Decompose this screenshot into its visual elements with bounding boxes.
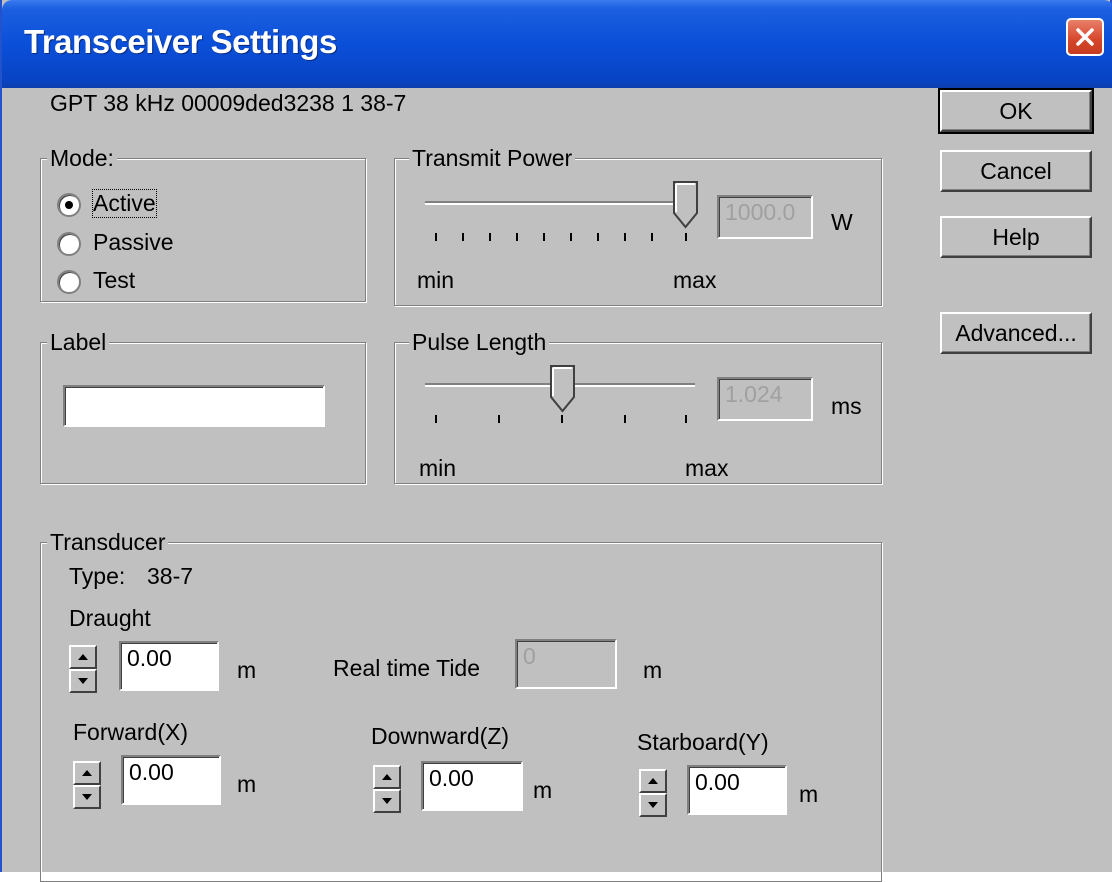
real-time-tide-label: Real time Tide: [333, 655, 481, 681]
transducer-type-label: Type:: [69, 563, 126, 589]
arrow-up-icon: [648, 778, 658, 784]
transmit-power-unit: W: [831, 209, 853, 235]
transmit-power-track: [425, 201, 693, 205]
draught-unit: m: [237, 657, 257, 683]
dialog-client-area: GPT 38 kHz 00009ded3238 1 38-7 OK Cancel…: [4, 88, 1112, 882]
arrow-down-icon: [648, 802, 658, 808]
forward-decrement-button[interactable]: [73, 785, 101, 809]
arrow-down-icon: [78, 678, 88, 684]
arrow-up-icon: [78, 654, 88, 660]
pulse-length-value-field: 1.024: [717, 377, 813, 421]
draught-increment-button[interactable]: [69, 645, 97, 669]
label-input[interactable]: [63, 385, 325, 427]
starboard-stepper[interactable]: [639, 769, 667, 817]
pulse-length-unit: ms: [831, 393, 862, 419]
starboard-increment-button[interactable]: [639, 769, 667, 793]
transmit-power-slider-thumb[interactable]: [673, 181, 699, 229]
radio-test[interactable]: [57, 270, 81, 294]
mode-legend: Mode:: [47, 145, 117, 172]
transducer-group: Transducer Type: 38-7 Draught 0.00 m Rea…: [40, 529, 882, 882]
label-legend: Label: [47, 329, 110, 356]
draught-stepper[interactable]: [69, 645, 97, 693]
transducer-legend: Transducer: [47, 529, 169, 556]
forward-stepper[interactable]: [73, 761, 101, 809]
mode-option-label: Test: [93, 267, 136, 293]
downward-input[interactable]: 0.00: [421, 761, 523, 811]
draught-label: Draught: [69, 605, 151, 631]
transducer-type-value: 38-7: [147, 563, 194, 589]
ok-button[interactable]: OK: [938, 88, 1094, 134]
transmit-power-value-field: 1000.0: [717, 195, 813, 239]
close-button[interactable]: [1066, 18, 1104, 56]
pulse-length-legend: Pulse Length: [409, 329, 550, 356]
close-icon: [1076, 28, 1094, 46]
forward-unit: m: [237, 771, 257, 797]
mode-group: Mode: Active Passive Test: [40, 145, 366, 302]
transmit-power-group: Transmit Power 1000.0 W min max: [394, 145, 882, 306]
device-info: GPT 38 kHz 00009ded3238 1 38-7: [50, 90, 407, 116]
starboard-input[interactable]: 0.00: [687, 765, 787, 815]
mode-option-label: Passive: [93, 229, 174, 255]
draught-decrement-button[interactable]: [69, 669, 97, 693]
pulse-length-slider-thumb[interactable]: [550, 365, 576, 413]
arrow-up-icon: [382, 774, 392, 780]
downward-unit: m: [533, 777, 553, 803]
label-group: Label: [40, 329, 366, 484]
arrow-down-icon: [382, 798, 392, 804]
radio-selected-dot: [65, 201, 73, 209]
real-time-tide-field: 0: [515, 639, 617, 689]
pulse-length-max-label: max: [685, 455, 729, 481]
downward-stepper[interactable]: [373, 765, 401, 813]
pulse-length-min-label: min: [419, 455, 457, 481]
window-title: Transceiver Settings: [24, 23, 337, 60]
radio-active[interactable]: [57, 193, 81, 217]
arrow-up-icon: [82, 770, 92, 776]
forward-input[interactable]: 0.00: [121, 755, 221, 805]
advanced-button[interactable]: Advanced...: [940, 312, 1092, 354]
radio-passive[interactable]: [57, 232, 81, 256]
real-time-tide-unit: m: [643, 657, 663, 683]
help-button[interactable]: Help: [940, 216, 1092, 258]
transmit-power-min-label: min: [417, 267, 455, 293]
downward-label: Downward(Z): [371, 723, 510, 749]
downward-decrement-button[interactable]: [373, 789, 401, 813]
pulse-length-group: Pulse Length 1.024 ms min max: [394, 329, 882, 484]
transceiver-settings-dialog: Transceiver Settings GPT 38 kHz 00009ded…: [0, 0, 1112, 882]
cancel-button[interactable]: Cancel: [940, 150, 1092, 192]
starboard-unit: m: [799, 781, 819, 807]
draught-input[interactable]: 0.00: [119, 641, 219, 691]
transmit-power-max-label: max: [673, 267, 717, 293]
forward-label: Forward(X): [73, 719, 189, 745]
mode-option-label: Active: [92, 189, 157, 218]
transmit-power-legend: Transmit Power: [409, 145, 576, 172]
title-bar[interactable]: Transceiver Settings: [2, 0, 1112, 88]
starboard-decrement-button[interactable]: [639, 793, 667, 817]
starboard-label: Starboard(Y): [637, 729, 769, 755]
downward-increment-button[interactable]: [373, 765, 401, 789]
arrow-down-icon: [82, 794, 92, 800]
forward-increment-button[interactable]: [73, 761, 101, 785]
